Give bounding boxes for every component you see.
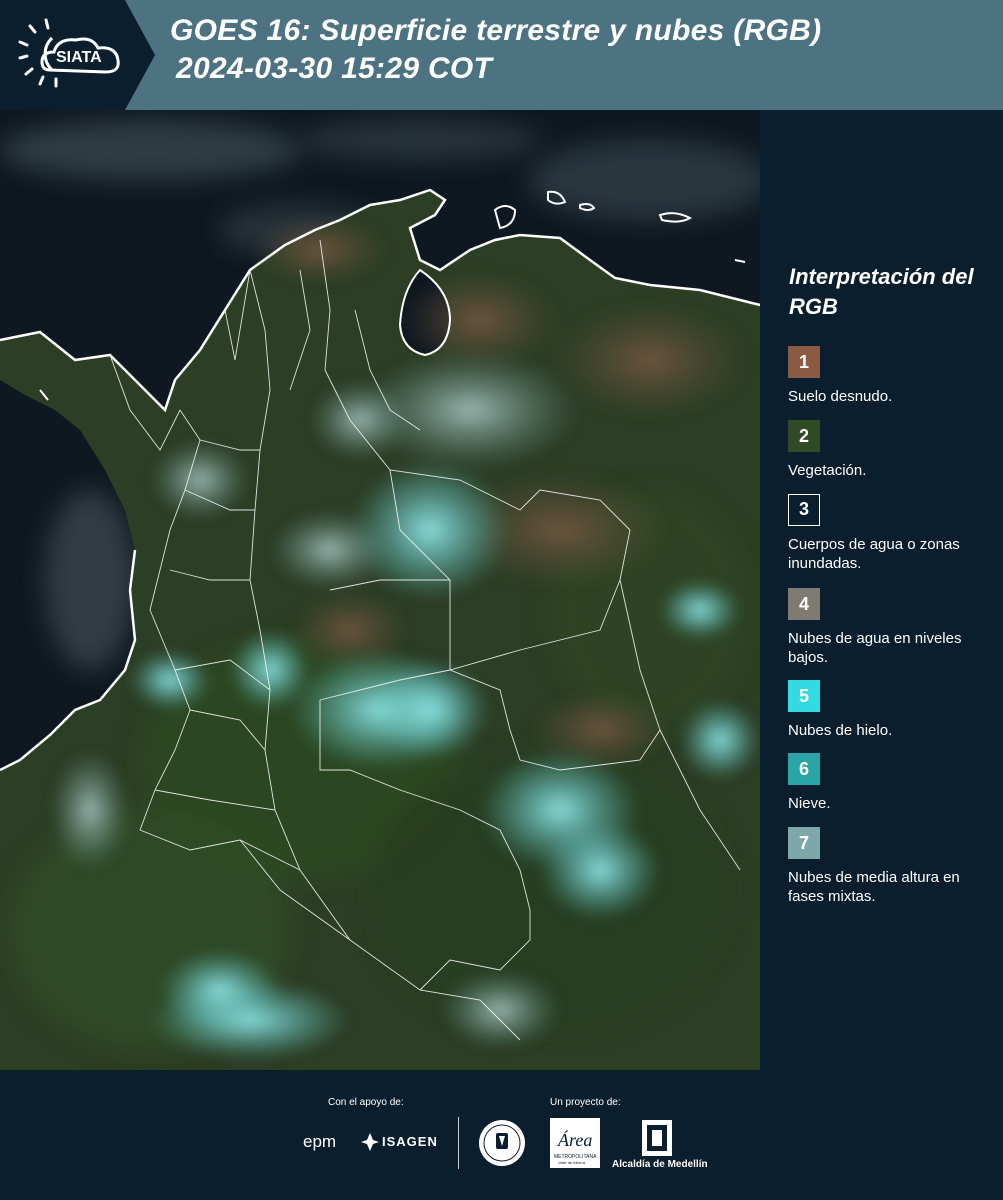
- legend-label: Cuerpos de agua o zonas inundadas.: [788, 536, 960, 572]
- alcaldia-logo-icon: [642, 1120, 672, 1156]
- legend-item-water-bodies: 3 Cuerpos de agua o zonas inundadas.: [788, 494, 988, 573]
- support-label: Con el apoyo de:: [328, 1097, 404, 1108]
- legend-label: Nubes de agua en niveles bajos.: [788, 630, 962, 666]
- legend-item-low-water-clouds: 4 Nubes de agua en niveles bajos.: [788, 588, 988, 667]
- satellite-map: [0, 110, 760, 1070]
- isagen-logo-icon: [361, 1133, 379, 1151]
- legend-swatch: 6: [788, 753, 820, 785]
- legend-item-bare-soil: 1 Suelo desnudo.: [788, 346, 988, 406]
- legend-swatch: 7: [788, 827, 820, 859]
- epm-logo-icon: epm: [303, 1132, 337, 1151]
- title-line-1: GOES 16: Superficie terrestre y nubes (R…: [170, 14, 822, 47]
- header-bar: SIATA GOES 16: Superficie terrestre y nu…: [0, 0, 1003, 110]
- legend-label: Vegetación.: [788, 462, 867, 479]
- legend-item-vegetation: 2 Vegetación.: [788, 420, 988, 480]
- alcaldia-text: Alcaldía de Medellín: [612, 1159, 708, 1170]
- page-title: GOES 16: Superficie terrestre y nubes (R…: [170, 12, 821, 88]
- legend-swatch: 2: [788, 420, 820, 452]
- footer: Con el apoyo de: Un proyecto de: epm ISA…: [0, 1070, 1003, 1200]
- title-line-2: 2024-03-30 15:29 COT: [176, 52, 493, 85]
- medellin-seal-icon: [479, 1120, 525, 1166]
- legend-label: Suelo desnudo.: [788, 388, 893, 405]
- legend-panel: Interpretación del RGB 1 Suelo desnudo. …: [760, 110, 1003, 1070]
- project-label: Un proyecto de:: [550, 1097, 621, 1108]
- isagen-text: ISAGEN: [382, 1134, 438, 1149]
- sun-cloud-logo-icon: SIATA: [0, 0, 155, 110]
- legend-swatch: 5: [788, 680, 820, 712]
- legend-title: Interpretación del RGB: [789, 264, 974, 319]
- legend-item-mixed-phase-clouds: 7 Nubes de media altura en fases mixtas.: [788, 827, 988, 906]
- legend-item-snow: 6 Nieve.: [788, 753, 988, 813]
- svg-text:Valle de Aburrá: Valle de Aburrá: [558, 1160, 586, 1165]
- legend-swatch: 4: [788, 588, 820, 620]
- siata-logo: SIATA: [0, 0, 155, 110]
- legend-swatch: 3: [788, 494, 820, 526]
- footer-divider: [458, 1117, 459, 1169]
- legend-swatch: 1: [788, 346, 820, 378]
- area-metropolitana-logo-icon: Área METROPOLITANA Valle de Aburrá: [550, 1118, 600, 1168]
- legend-item-ice-clouds: 5 Nubes de hielo.: [788, 680, 988, 740]
- rgb-composite-image: [0, 110, 760, 1070]
- legend-label: Nubes de hielo.: [788, 722, 893, 739]
- legend-label: Nieve.: [788, 795, 831, 812]
- svg-text:Área: Área: [557, 1129, 592, 1150]
- legend-label: Nubes de media altura en fases mixtas.: [788, 869, 960, 905]
- svg-text:SIATA: SIATA: [56, 49, 102, 66]
